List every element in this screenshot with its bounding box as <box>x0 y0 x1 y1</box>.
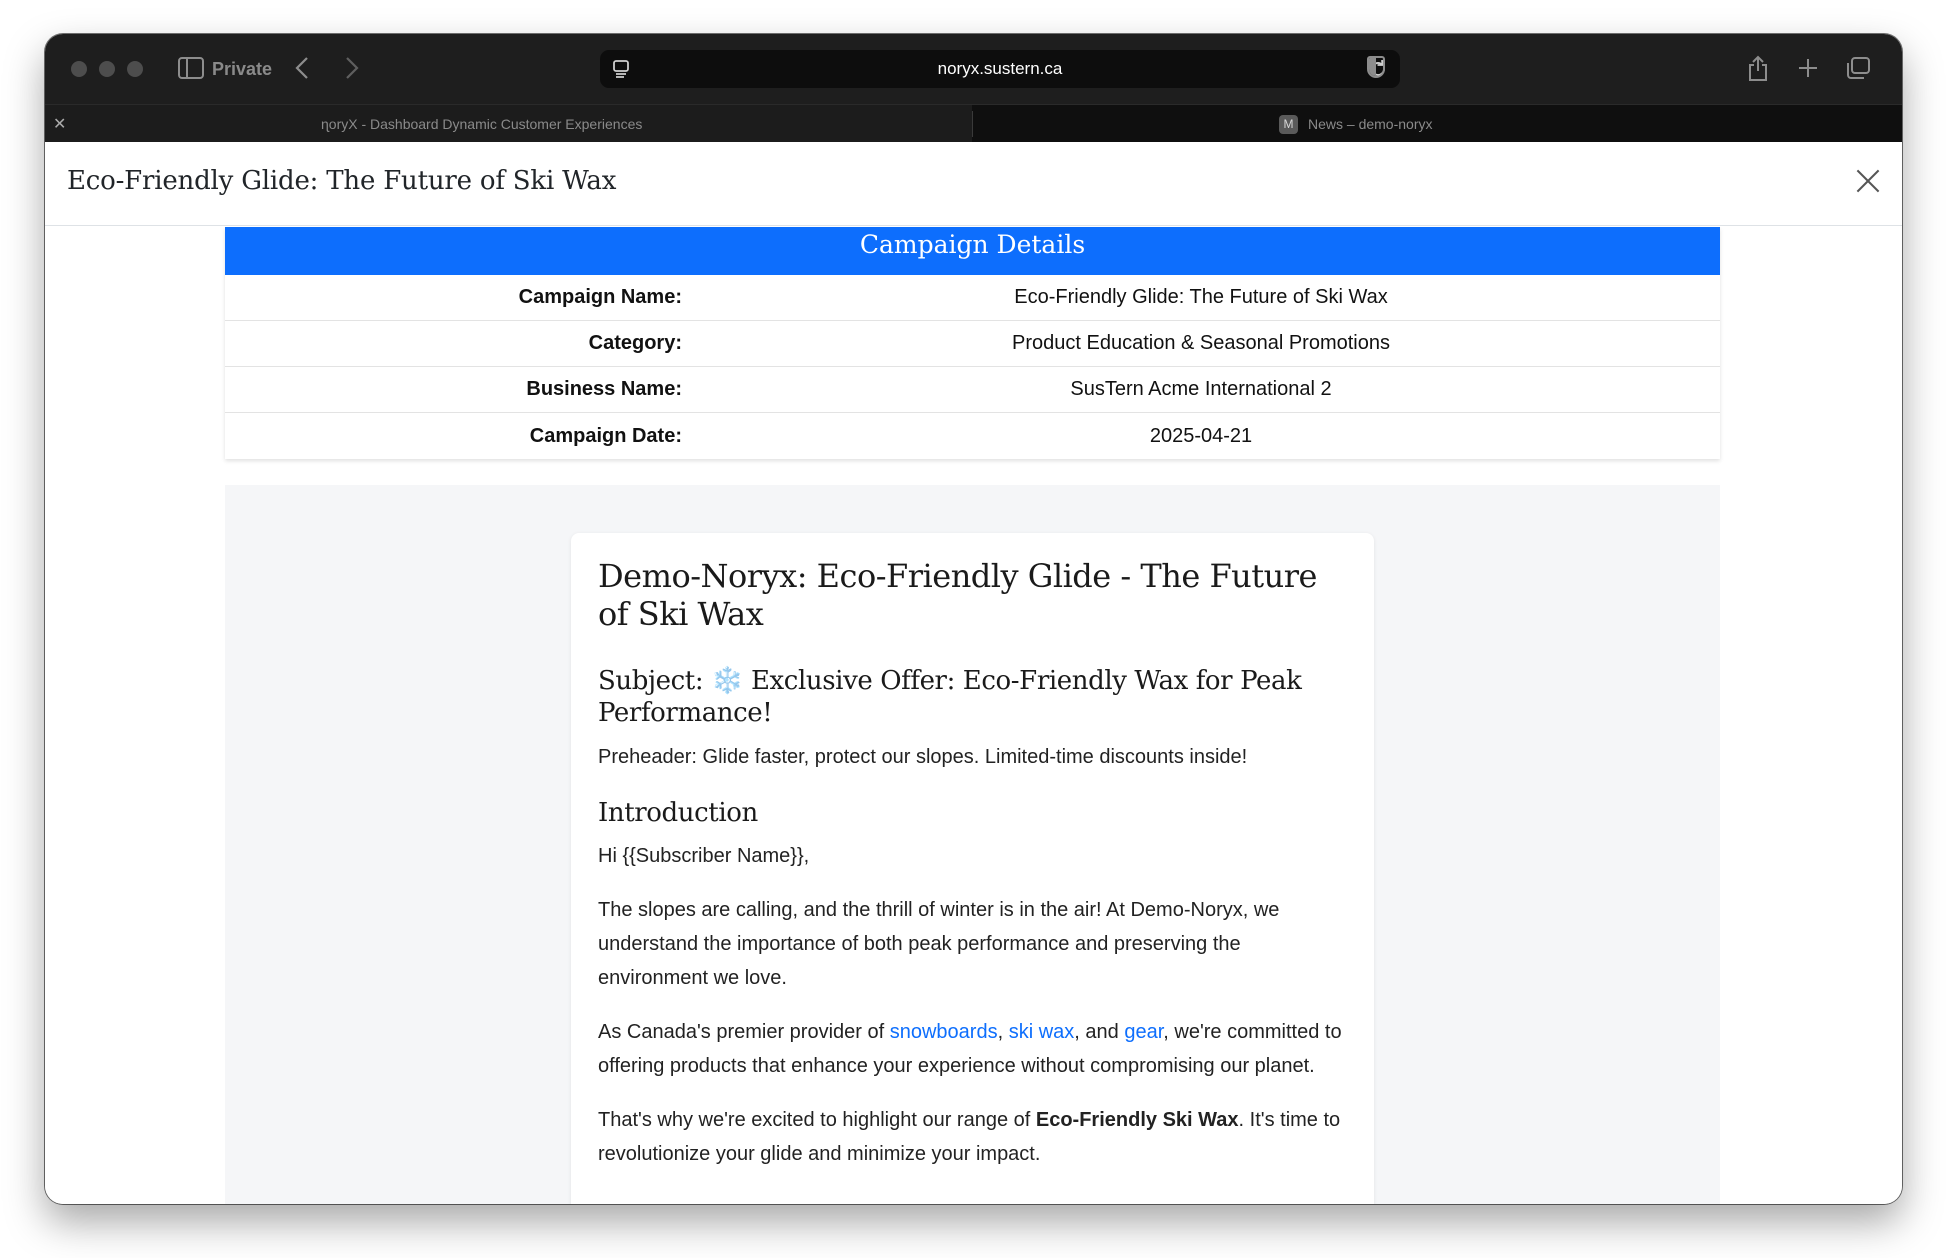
share-icon[interactable] <box>1747 54 1769 87</box>
detail-value: 2025-04-21 <box>1149 424 1253 447</box>
new-tab-icon[interactable] <box>1797 57 1819 84</box>
tab-news[interactable]: M News – demo-noryx <box>973 105 1902 143</box>
email-preheader: Preheader: Glide faster, protect our slo… <box>598 746 1248 768</box>
email-paragraph: That's why we're excited to highlight ou… <box>598 1103 1347 1171</box>
detail-value: Product Education & Seasonal Promotions <box>1012 332 1390 354</box>
detail-row: Category: Product Education & Seasonal P… <box>225 321 1720 367</box>
detail-row: Campaign Date: 2025-04-21 <box>225 413 1720 459</box>
tab-favicon: M <box>1279 115 1298 134</box>
sidebar-toggle-icon[interactable] <box>178 57 204 84</box>
ski-wax-link[interactable]: ski wax <box>1009 1021 1075 1043</box>
browser-toolbar: Private noryx.sustern.ca <box>45 34 1902 104</box>
tab-bar: ✕ ɳoryX - Dashboard Dynamic Customer Exp… <box>45 104 1902 143</box>
address-bar[interactable]: noryx.sustern.ca <box>600 50 1400 88</box>
email-preview-card: Demo-Noryx: Eco-Friendly Glide - The Fut… <box>571 533 1374 1204</box>
product-name: Eco-Friendly Ski Wax <box>1035 1109 1239 1131</box>
private-label: Private <box>212 59 273 79</box>
browser-window: Private noryx.sustern.ca ✕ ɳoryX - Dashb… <box>45 34 1902 1204</box>
email-paragraph: As Canada's premier provider of snowboar… <box>598 1015 1347 1083</box>
subject-prefix: Subject: <box>598 666 712 696</box>
tab-overview-icon[interactable] <box>1845 56 1871 85</box>
close-tab-icon[interactable]: ✕ <box>53 114 66 134</box>
back-icon[interactable] <box>295 56 309 85</box>
intro-heading: Introduction <box>598 798 758 828</box>
detail-row: Campaign Name: Eco-Friendly Glide: The F… <box>225 275 1720 321</box>
detail-label: Campaign Name: <box>518 286 682 308</box>
campaign-details-header: Campaign Details <box>225 227 1720 275</box>
email-paragraph: The slopes are calling, and the thrill o… <box>598 899 1280 989</box>
paragraph-text: That's why we're excited to highlight ou… <box>598 1109 1036 1131</box>
modal-body[interactable]: Campaign Details Campaign Name: Eco-Frie… <box>45 227 1902 1204</box>
detail-value: Eco-Friendly Glide: The Future of Ski Wa… <box>1014 286 1388 308</box>
tab-title: News – demo-noryx <box>1308 116 1433 132</box>
paragraph-text: , <box>997 1021 1009 1043</box>
privacy-shield-icon[interactable] <box>1367 56 1385 78</box>
detail-label: Campaign Date: <box>529 424 682 447</box>
minimize-window-button[interactable] <box>99 61 115 77</box>
snowflake-icon: ❄️ <box>711 666 744 696</box>
tab-title: ɳoryX - Dashboard Dynamic Customer Exper… <box>321 116 643 132</box>
tab-dashboard[interactable]: ✕ ɳoryX - Dashboard Dynamic Customer Exp… <box>45 105 972 143</box>
email-subject: Subject: ❄️ Exclusive Offer: Eco-Friendl… <box>598 665 1347 729</box>
email-greeting: Hi {{Subscriber Name}}, <box>598 845 810 867</box>
detail-row: Business Name: SusTern Acme Internationa… <box>225 367 1720 413</box>
close-window-button[interactable] <box>71 61 87 77</box>
detail-value: SusTern Acme International 2 <box>1070 378 1332 400</box>
close-icon[interactable] <box>1852 164 1884 196</box>
gear-link[interactable]: gear <box>1124 1021 1163 1043</box>
email-title: Demo-Noryx: Eco-Friendly Glide - The Fut… <box>598 557 1317 633</box>
snowboards-link[interactable]: snowboards <box>890 1021 998 1043</box>
modal-title: Eco-Friendly Glide: The Future of Ski Wa… <box>67 166 617 196</box>
email-preview-area: Demo-Noryx: Eco-Friendly Glide - The Fut… <box>225 485 1720 1204</box>
detail-label: Business Name: <box>526 378 682 400</box>
paragraph-text: As Canada's premier provider of <box>598 1021 890 1043</box>
forward-icon[interactable] <box>345 56 359 85</box>
zoom-window-button[interactable] <box>127 61 143 77</box>
paragraph-text: , and <box>1074 1021 1125 1043</box>
campaign-details-table: Campaign Details Campaign Name: Eco-Frie… <box>225 227 1720 459</box>
modal-header: Eco-Friendly Glide: The Future of Ski Wa… <box>45 142 1902 226</box>
url-text[interactable]: noryx.sustern.ca <box>600 59 1400 79</box>
detail-label: Category: <box>588 332 682 354</box>
window-controls <box>71 61 143 77</box>
